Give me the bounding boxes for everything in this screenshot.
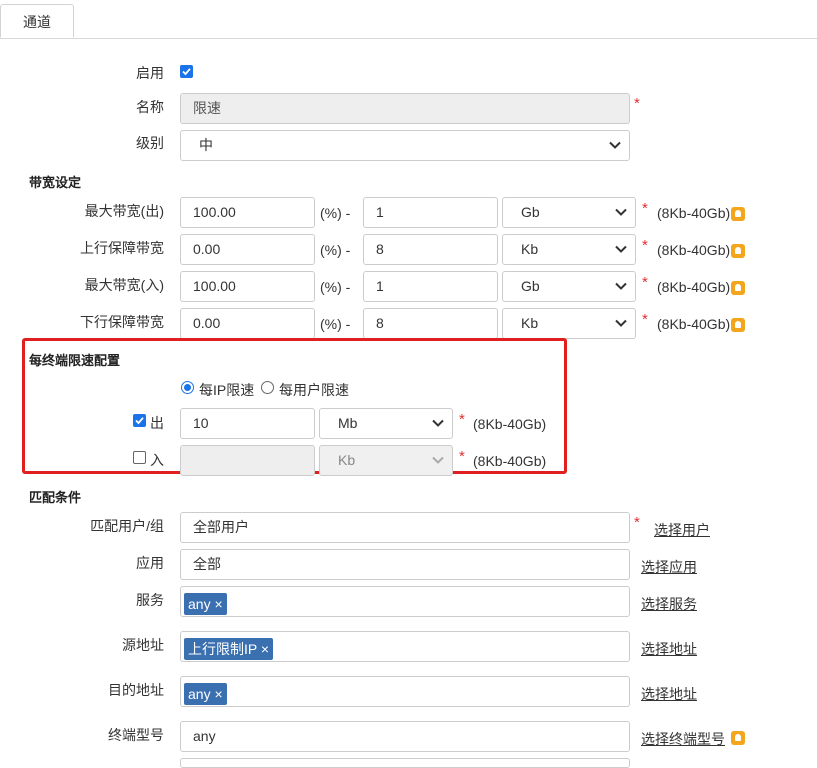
tip-icon[interactable] (731, 207, 745, 221)
out-checkbox[interactable] (133, 414, 146, 427)
chevron-down-icon (615, 208, 627, 216)
bandwidth-row-label: 上行保障带宽 (80, 240, 164, 256)
bandwidth-unit-select[interactable]: Gb (502, 197, 636, 228)
bandwidth-unit-select[interactable]: Kb (502, 308, 636, 339)
tab-channel[interactable]: 通道 (0, 4, 74, 38)
per-ip-label: 每IP限速 (199, 382, 255, 398)
src-tag[interactable]: 上行限制IP × (184, 638, 274, 660)
per-user-label: 每用户限速 (279, 382, 349, 398)
service-tag[interactable]: any × (184, 593, 227, 615)
in-value-input[interactable] (180, 445, 315, 476)
match-app-label: 应用 (136, 555, 164, 571)
unit-value: Gb (521, 204, 540, 220)
name-label: 名称 (136, 99, 164, 115)
chevron-down-icon (432, 419, 444, 427)
dst-tag[interactable]: any × (184, 683, 227, 705)
bandwidth-value-input[interactable]: 8 (363, 234, 498, 265)
bandwidth-value-input[interactable]: 1 (363, 197, 498, 228)
pct-separator: (%) - (320, 242, 351, 258)
out-label: 出 (150, 415, 164, 431)
select-terminal-link[interactable]: 选择终端型号 (641, 729, 725, 749)
bandwidth-row-label: 下行保障带宽 (80, 314, 164, 330)
range-hint: (8Kb-40Gb) (657, 316, 731, 332)
match-terminal-input[interactable]: any (180, 721, 630, 752)
bandwidth-section-title: 带宽设定 (29, 175, 82, 190)
per-user-radio[interactable] (261, 381, 274, 394)
bandwidth-unit-select[interactable]: Kb (502, 234, 636, 265)
required-mark: * (642, 311, 648, 328)
match-user-label: 匹配用户/组 (90, 518, 164, 534)
chevron-down-icon (609, 141, 621, 149)
next-row-input[interactable] (180, 758, 630, 768)
out-unit-select[interactable]: Mb (319, 408, 453, 439)
level-select[interactable]: 中 (180, 130, 630, 161)
required-mark: * (642, 274, 648, 291)
pct-separator: (%) - (320, 316, 351, 332)
bandwidth-value-input[interactable]: 8 (363, 308, 498, 339)
match-section-title: 匹配条件 (29, 490, 82, 505)
unit-value: Gb (521, 278, 540, 294)
name-input[interactable]: 限速 (180, 93, 630, 124)
in-label: 入 (150, 452, 164, 468)
required-mark: * (459, 411, 465, 428)
bandwidth-pct-input[interactable]: 100.00 (180, 271, 315, 302)
chevron-down-icon (615, 319, 627, 327)
select-src-link[interactable]: 选择地址 (641, 639, 697, 659)
select-dst-link[interactable]: 选择地址 (641, 684, 697, 704)
chevron-down-icon (432, 456, 444, 464)
unit-value: Kb (521, 315, 539, 331)
bandwidth-pct-input[interactable]: 0.00 (180, 308, 315, 339)
per-terminal-section-title: 每终端限速配置 (29, 353, 121, 368)
range-hint: (8Kb-40Gb) (657, 279, 731, 295)
match-dst-label: 目的地址 (108, 682, 164, 698)
required-mark: * (634, 514, 640, 531)
required-mark: * (642, 200, 648, 217)
required-mark: * (642, 237, 648, 254)
tip-icon[interactable] (731, 281, 745, 295)
bandwidth-value-input[interactable]: 1 (363, 271, 498, 302)
chevron-down-icon (615, 245, 627, 253)
unit-value: Mb (338, 415, 358, 431)
match-terminal-label: 终端型号 (108, 727, 164, 743)
match-src-label: 源地址 (122, 637, 164, 653)
tab-bar (0, 0, 817, 39)
bandwidth-unit-select[interactable]: Gb (502, 271, 636, 302)
enable-label: 启用 (136, 65, 164, 81)
level-select-value: 中 (199, 137, 213, 153)
select-service-link[interactable]: 选择服务 (641, 594, 697, 614)
unit-value: Kb (338, 452, 356, 468)
select-app-link[interactable]: 选择应用 (641, 557, 697, 577)
match-service-input[interactable]: any × (180, 586, 630, 617)
in-unit-select[interactable]: Kb (319, 445, 453, 476)
in-checkbox[interactable] (133, 451, 146, 464)
tip-icon[interactable] (731, 318, 745, 332)
pct-separator: (%) - (320, 279, 351, 295)
chevron-down-icon (615, 282, 627, 290)
enable-checkbox[interactable] (180, 65, 193, 78)
range-hint: (8Kb-40Gb) (657, 242, 731, 258)
pct-separator: (%) - (320, 205, 351, 221)
match-src-input[interactable]: 上行限制IP × (180, 631, 630, 662)
match-app-input[interactable]: 全部 (180, 549, 630, 580)
match-dst-input[interactable]: any × (180, 676, 630, 707)
required-mark: * (459, 448, 465, 465)
required-mark: * (634, 95, 640, 112)
bandwidth-row-label: 最大带宽(入) (84, 277, 164, 293)
bandwidth-pct-input[interactable]: 0.00 (180, 234, 315, 265)
bandwidth-pct-input[interactable]: 100.00 (180, 197, 315, 228)
tip-icon[interactable] (731, 244, 745, 258)
out-value-input[interactable]: 10 (180, 408, 315, 439)
range-hint: (8Kb-40Gb) (473, 416, 547, 432)
match-user-input[interactable]: 全部用户 (180, 512, 630, 543)
level-label: 级别 (136, 135, 164, 151)
per-ip-radio[interactable] (181, 381, 194, 394)
bandwidth-row-label: 最大带宽(出) (84, 203, 164, 219)
range-hint: (8Kb-40Gb) (657, 205, 731, 221)
select-user-link[interactable]: 选择用户 (654, 520, 710, 540)
range-hint: (8Kb-40Gb) (473, 453, 547, 469)
tip-icon[interactable] (731, 731, 745, 745)
unit-value: Kb (521, 241, 539, 257)
match-service-label: 服务 (136, 592, 164, 608)
